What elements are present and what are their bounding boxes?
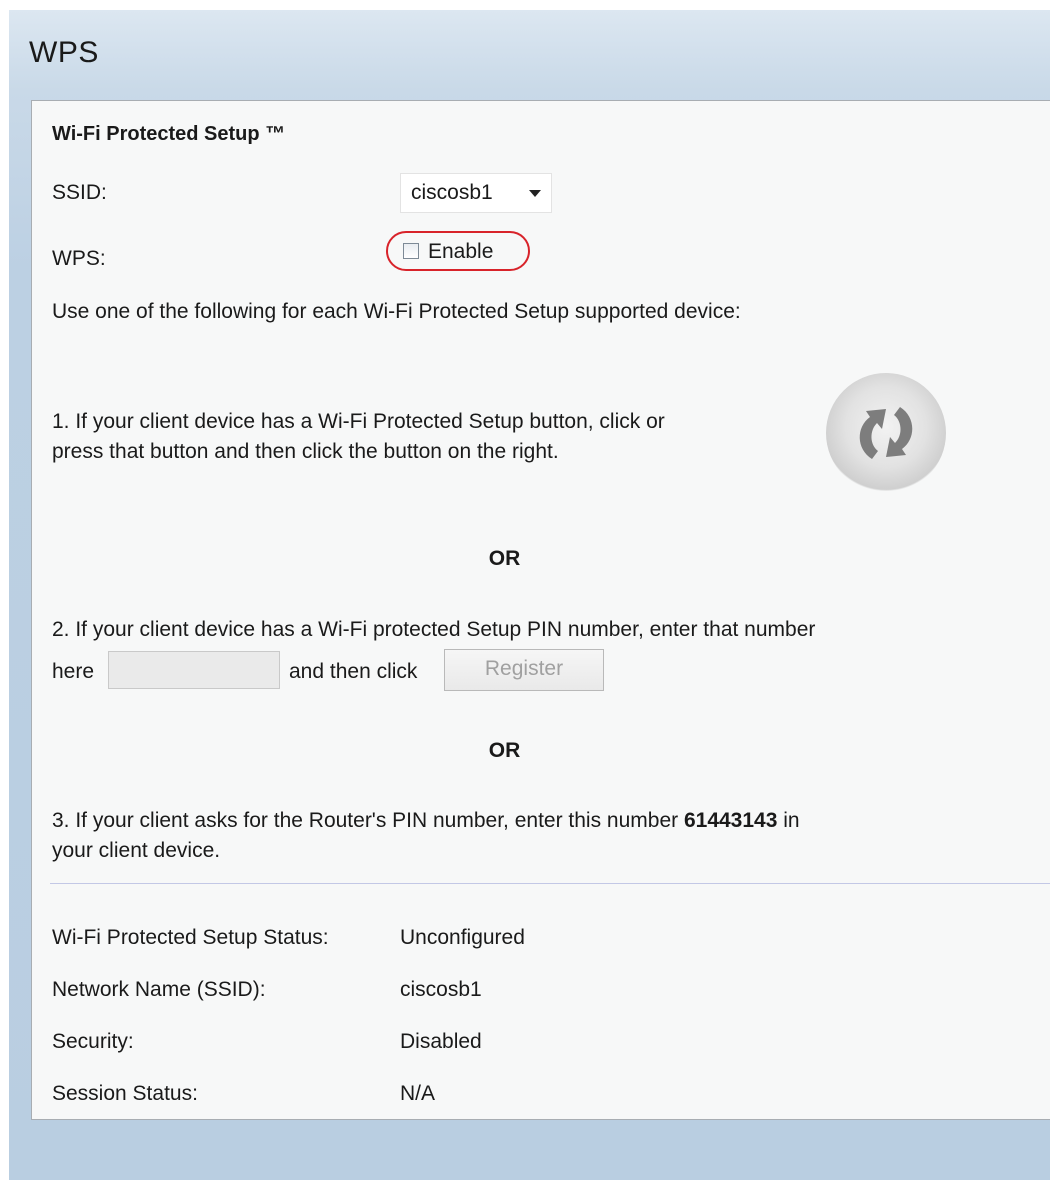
chevron-down-icon bbox=[529, 190, 541, 197]
security-label: Security: bbox=[52, 1030, 134, 1053]
option3-line1: 3. If your client asks for the Router's … bbox=[52, 806, 800, 836]
wps-enable-label[interactable]: Enable bbox=[428, 240, 493, 264]
network-name-value: ciscosb1 bbox=[400, 978, 482, 1001]
option1-line2: press that button and then click the but… bbox=[52, 440, 559, 463]
wps-settings-panel: Wi-Fi Protected Setup ™ SSID: ciscosb1 W… bbox=[31, 100, 1050, 1120]
session-status-value: N/A bbox=[400, 1082, 436, 1105]
option3-text-pre: 3. If your client asks for the Router's … bbox=[52, 809, 684, 832]
or-separator-1: OR bbox=[488, 547, 521, 570]
page-background: WPS Wi-Fi Protected Setup ™ SSID: ciscos… bbox=[9, 10, 1050, 1180]
security-value: Disabled bbox=[400, 1030, 482, 1053]
wps-push-button-icon bbox=[859, 407, 913, 459]
session-status-label: Session Status: bbox=[52, 1082, 198, 1105]
instructions-intro: Use one of the following for each Wi-Fi … bbox=[52, 300, 741, 323]
option3-text-post: in bbox=[777, 809, 800, 832]
client-pin-input[interactable] bbox=[108, 651, 280, 689]
section-divider bbox=[50, 883, 1050, 884]
option1-line1: 1. If your client device has a Wi-Fi Pro… bbox=[52, 410, 665, 433]
option3-line2: your client device. bbox=[52, 839, 221, 862]
page-title: WPS bbox=[29, 36, 99, 69]
option2-line1: 2. If your client device has a Wi-Fi pro… bbox=[52, 618, 816, 641]
panel-heading: Wi-Fi Protected Setup ™ bbox=[52, 123, 286, 145]
enable-highlight-ring: Enable bbox=[386, 231, 530, 271]
network-name-label: Network Name (SSID): bbox=[52, 978, 266, 1001]
ssid-select-value: ciscosb1 bbox=[411, 181, 493, 204]
ssid-select[interactable]: ciscosb1 bbox=[400, 173, 552, 213]
or-separator-2: OR bbox=[488, 739, 521, 762]
option2-then-label: and then click bbox=[289, 660, 418, 683]
router-pin: 61443143 bbox=[683, 809, 778, 832]
wps-status-label: Wi-Fi Protected Setup Status: bbox=[52, 926, 329, 949]
wps-enable-checkbox[interactable] bbox=[403, 243, 419, 259]
wps-push-button[interactable] bbox=[826, 373, 946, 493]
wps-status-value: Unconfigured bbox=[400, 926, 525, 949]
ssid-label: SSID: bbox=[52, 181, 107, 204]
wps-label: WPS: bbox=[52, 247, 106, 270]
register-button[interactable]: Register bbox=[444, 649, 604, 691]
option2-here-label: here bbox=[52, 660, 95, 683]
